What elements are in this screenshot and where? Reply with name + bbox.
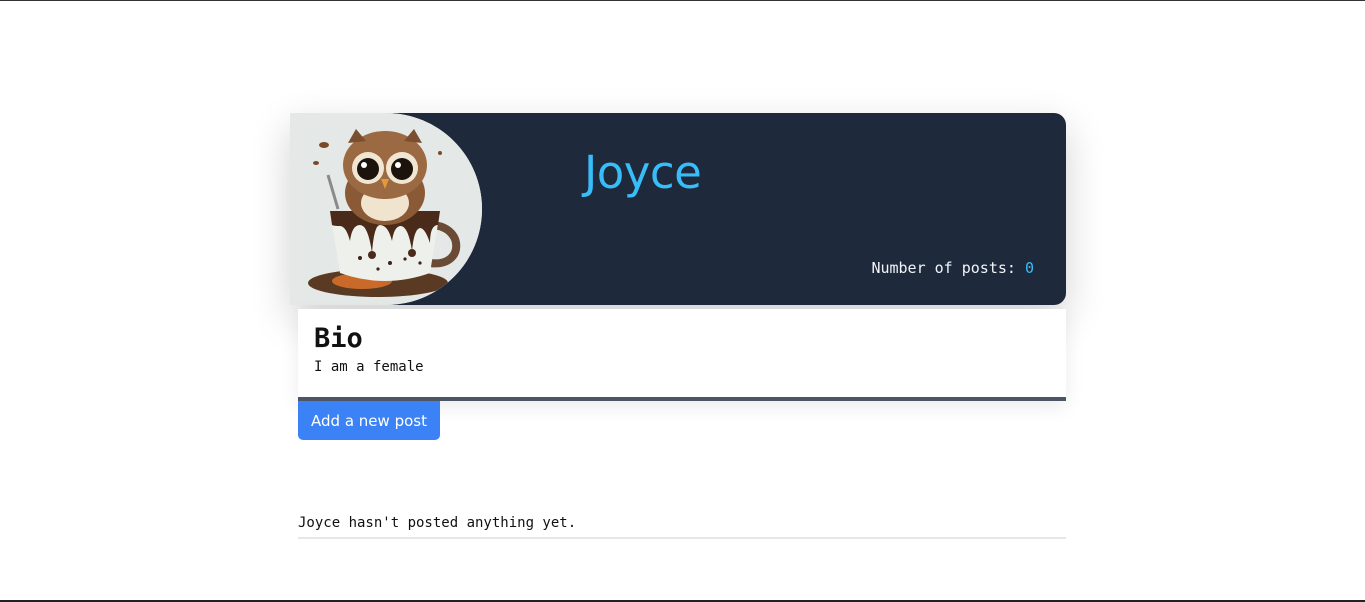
avatar (290, 113, 482, 305)
bio-text: I am a female (314, 359, 424, 375)
bio-title: Bio (314, 323, 363, 354)
profile-username: Joyce (584, 146, 702, 199)
post-count-value: 0 (1024, 259, 1034, 277)
post-count: Number of posts: 0 (871, 259, 1034, 277)
no-posts-message: Joyce hasn't posted anything yet. (298, 515, 577, 531)
top-border (0, 0, 1365, 1)
bio-section: Bio I am a female (298, 309, 1066, 401)
add-post-button[interactable]: Add a new post (298, 401, 440, 440)
post-count-label: Number of posts: (871, 259, 1016, 277)
posts-divider (298, 537, 1066, 539)
profile-header-card: Joyce Number of posts: 0 (290, 113, 1066, 305)
owl-avatar-icon (290, 113, 482, 305)
